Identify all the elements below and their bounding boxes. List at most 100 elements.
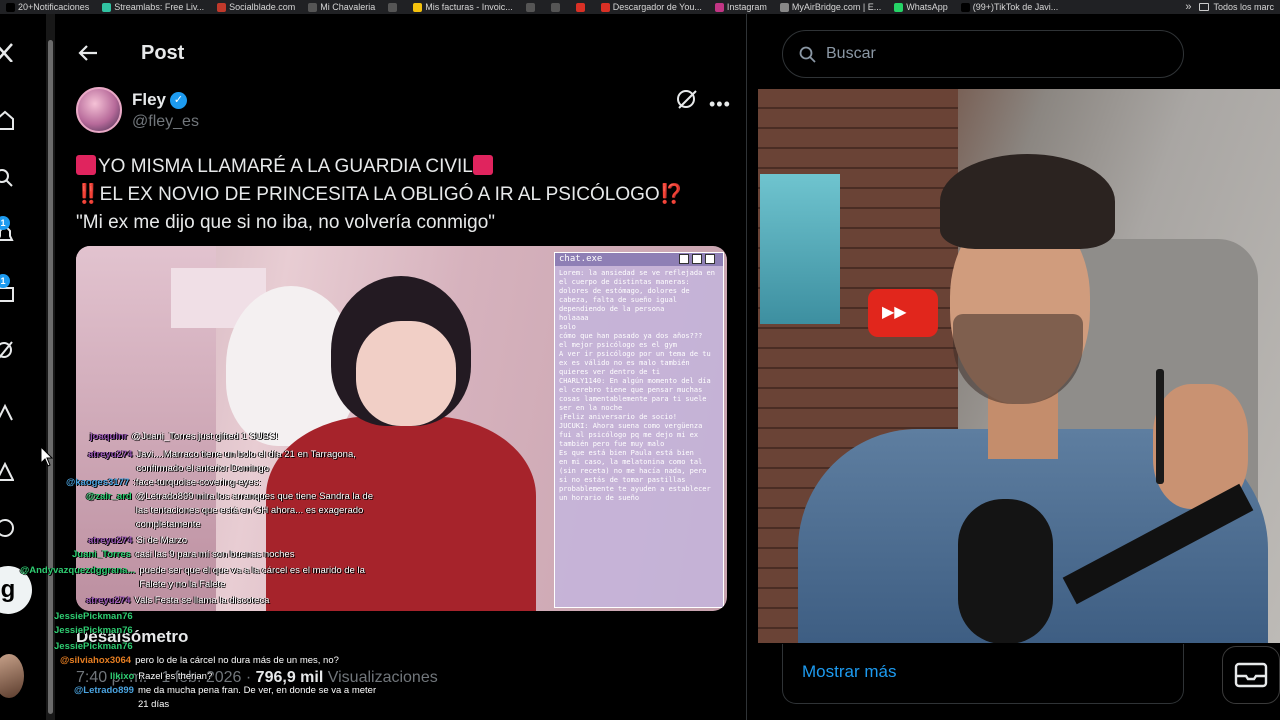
bookmark-item[interactable]: MyAirBridge.com | E... [774,0,888,14]
stream-chat-text: @Letrado899 mira los arranques que tiene… [135,491,373,530]
bookmark-item[interactable]: Descargador de You... [595,0,709,14]
bookmark-item[interactable] [545,0,570,14]
bookmarks-overflow-button[interactable]: » [1177,1,1199,13]
author-name: Fley [132,90,167,109]
chat-window-messages: Lorem: la ansiedad se ve reflejada en el… [555,266,723,506]
stream-chat-message: @Letrado899 me da mucha pena fran. De ver… [74,684,378,712]
bookmark-item[interactable]: WhatsApp [888,0,955,14]
stream-chat-message: likixo Razel es therian? [110,670,212,684]
bookmark-label: Socialblade.com [229,2,296,12]
youtube-icon [600,2,610,12]
bookmark-label: (99+)TikTok de Javi... [972,2,1059,12]
webcam-hair [940,154,1115,249]
streamlabs-icon [102,2,112,12]
bookmark-item[interactable] [570,0,595,14]
tiktok-icon [960,2,970,12]
grok-nav-icon[interactable] [0,340,14,360]
chat-message: fui al psicólogo pq me dejo mi ex tambié… [559,431,699,448]
x-logo-icon [6,2,15,12]
stream-chat-username: @Andyvazquezdggrana... [20,565,136,576]
webcam-red-logo [868,289,938,337]
home-icon[interactable] [0,110,14,130]
bookmark-item[interactable]: Mi Chavaleria [302,0,382,14]
webcam-pen [1156,369,1164,484]
x-logo-icon[interactable] [0,42,14,63]
stream-chat-username: JessiePickman76 [54,625,133,636]
stream-chat-text: :face-turquoise-covering-eyes: [133,477,261,488]
stream-chat-message: Juani_Torres casi las 9 para mí son buena… [72,548,294,562]
author-handle[interactable]: @fley_es [132,113,199,131]
close-icon [705,254,715,264]
stream-chat-text: Si de Marzo [136,535,188,546]
author-avatar[interactable] [76,87,122,133]
post-line-2: ‼️EL EX NOVIO DE PRINCESITA LA OBLIGÓ A … [76,181,716,209]
bookmark-label: Descargador de You... [612,2,702,12]
apple-icon [575,2,585,12]
stream-chat-username: likixo [110,671,135,682]
chat-message: cómo que han pasado ya dos años??? [559,332,703,340]
scrollbar-thumb[interactable] [48,40,53,714]
bookmark-item[interactable]: Instagram [709,0,774,14]
chat-message: CHARLY1140: En algún momento del día el … [559,377,711,412]
arrow-left-icon [78,45,97,61]
show-more-link[interactable]: Mostrar más [782,644,1184,704]
stream-chat-message: @Andyvazquezdggrana... puede ser que el q… [20,564,379,592]
chat-window-title-text: chat.exe [559,254,603,264]
maximize-icon [692,254,702,264]
stream-chat-username: atreyu274 [88,449,133,460]
stream-chat-username: @Letrado899 [74,685,134,696]
bookmarks-bar: 20+Notificaciones Streamlabs: Free Liv...… [0,0,1280,14]
stream-chat-username: @kaoges3177 [66,477,130,488]
stream-chat-username: atreyu274 [88,535,133,546]
grok-explain-icon[interactable] [676,88,698,110]
search-box[interactable] [782,30,1184,78]
stream-chat-username: @silviahox3064 [60,655,132,666]
globe-icon [388,2,398,12]
invoice-icon [413,2,423,12]
socialblade-icon [217,2,227,12]
globe-icon [550,2,560,12]
whatsapp-icon [894,2,904,12]
all-bookmarks-label: Todos los marc [1213,2,1274,12]
video-chat-window: chat.exe Lorem: la ansiedad se ve reflej… [554,252,724,608]
bookmark-item[interactable] [382,0,407,14]
more-options-icon[interactable]: ••• [709,94,731,115]
chat-message: en mi caso, la melatonina como tal (sin … [559,458,711,502]
search-icon[interactable] [0,168,14,188]
account-avatar[interactable] [0,654,24,698]
bookmark-item[interactable]: Mis facturas - Invoic... [407,0,520,14]
premium-icon[interactable] [0,461,15,482]
chat-message: holaaaa [559,314,589,322]
chat-message: A ver ir psicólogo por un tema de tu ex … [559,350,711,376]
bookmark-item[interactable]: 20+Notificaciones [0,0,96,14]
search-input[interactable] [826,45,1126,63]
all-bookmarks-folder[interactable]: Todos los marc [1199,2,1280,12]
stream-chat-message: atreyu274 Si de Marzo [88,534,187,548]
double-exclamation-emoji-icon: ‼️ [76,184,100,205]
stream-chat-text: me da mucha pena fran. De ver, en donde … [137,685,377,710]
bookmark-item[interactable]: Streamlabs: Free Liv... [96,0,211,14]
stream-chat-message: atreyu274 Vals Festa se llama la discotec… [86,594,269,608]
bookmark-item[interactable]: (99+)TikTok de Javi... [955,0,1065,14]
messages-drawer-button[interactable] [1222,646,1280,704]
communities-icon[interactable] [0,402,14,422]
stream-chat-message: @kaoges3177:face-turquoise-covering-eyes… [66,476,261,490]
profile-icon[interactable] [0,518,14,538]
siren-emoji-icon [76,155,96,175]
bookmark-item[interactable]: Socialblade.com [211,0,302,14]
back-button[interactable] [77,42,99,64]
post-text: YO MISMA LLAMARÉ A LA GUARDIA CIVIL ‼️EL… [76,153,716,237]
webcam-overlay [758,89,1280,643]
video-streamer-face [356,321,456,426]
stream-chat-text: casi las 9 para mí son buenas noches [134,549,295,560]
webcam-monitor [760,174,840,324]
siren-emoji-icon [472,155,493,175]
stream-chat-message: @zair_ard @Letrado899 mira los arranques … [86,490,376,532]
bookmark-label: 20+Notificaciones [18,2,90,12]
author-name-row[interactable]: Fley ✓ [132,90,188,110]
search-icon [799,46,816,63]
stream-chat-message: joaquinr @Juani_Torres just gifted 1 SUBS… [90,430,278,444]
minimize-icon [679,254,689,264]
post-line-3: "Mi ex me dijo que si no iba, no volverí… [76,212,496,233]
bookmark-item[interactable] [520,0,545,14]
